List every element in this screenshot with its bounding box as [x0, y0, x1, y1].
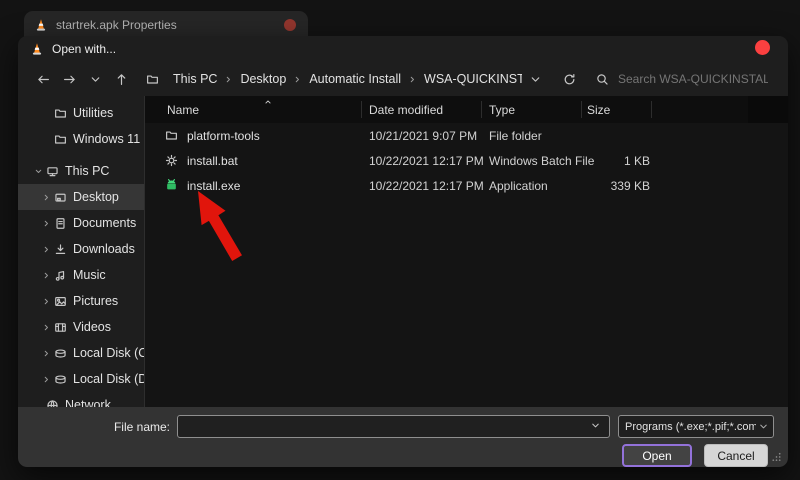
- file-name-label: File name:: [18, 420, 170, 434]
- properties-window-titlebar[interactable]: startrek.apk Properties: [24, 11, 308, 38]
- tree-expand-icon[interactable]: [38, 295, 54, 307]
- tree-expand-icon[interactable]: [38, 191, 54, 203]
- forward-button[interactable]: [56, 67, 82, 91]
- file-row-platform-tools[interactable]: platform-tools 10/21/2021 9:07 PM File f…: [145, 123, 788, 148]
- disk-icon: [54, 373, 67, 386]
- pictures-icon: [54, 295, 67, 308]
- up-button[interactable]: [108, 67, 134, 91]
- cancel-button[interactable]: Cancel: [704, 444, 768, 467]
- recording-dot-dim: [284, 19, 296, 31]
- open-with-dialog: Open with... This PCDesktopAutomatic Ins…: [18, 36, 788, 467]
- properties-window-title: startrek.apk Properties: [56, 18, 177, 32]
- videos-icon: [54, 321, 67, 334]
- navigation-tree: Utilities Windows 11 ins This PC Desktop…: [18, 96, 145, 407]
- file-row-install-bat[interactable]: install.bat 10/22/2021 12:17 PM Windows …: [145, 148, 788, 173]
- disk-icon: [54, 347, 67, 360]
- sidebar-item-documents[interactable]: Documents: [18, 210, 144, 236]
- sidebar-item-local-disk-d-[interactable]: Local Disk (D:): [18, 366, 144, 392]
- dialog-titlebar[interactable]: Open with...: [18, 36, 788, 62]
- column-header-name[interactable]: Name: [167, 103, 199, 117]
- sidebar-item-local-disk-c-[interactable]: Local Disk (C:): [18, 340, 144, 366]
- open-button[interactable]: Open: [622, 444, 692, 467]
- address-dropdown-button[interactable]: [522, 67, 548, 91]
- breadcrumb-chevron-icon: [408, 75, 417, 84]
- navigation-bar: This PC Desktop Automatic Install WSA-QUICK…: [18, 62, 788, 96]
- folder-icon: [54, 133, 67, 146]
- sidebar-item-windows-11-ins[interactable]: Windows 11 ins: [18, 126, 144, 152]
- document-icon: [54, 217, 67, 230]
- tree-expand-icon[interactable]: [30, 165, 46, 177]
- column-headers: Name Date modified Type Size: [145, 96, 788, 123]
- sidebar-item-this-pc[interactable]: This PC: [18, 158, 144, 184]
- pc-icon: [46, 165, 59, 178]
- file-row-install-exe[interactable]: install.exe 10/22/2021 12:17 PM Applicat…: [145, 173, 788, 198]
- breadcrumb-chevron-icon: [224, 75, 233, 84]
- header-end-block: [748, 96, 788, 123]
- gear-icon: [165, 154, 178, 167]
- download-icon: [54, 243, 67, 256]
- tree-expand-icon[interactable]: [38, 217, 54, 229]
- recording-dot: [755, 40, 770, 55]
- breadcrumb-item[interactable]: This PC: [169, 70, 221, 88]
- file-rows: platform-tools 10/21/2021 9:07 PM File f…: [145, 123, 788, 198]
- tree-expand-icon[interactable]: [38, 269, 54, 281]
- column-separator[interactable]: [651, 101, 652, 118]
- dialog-title: Open with...: [52, 42, 116, 56]
- back-button[interactable]: [30, 67, 56, 91]
- tree-expand-icon[interactable]: [38, 243, 54, 255]
- breadcrumb-item[interactable]: Desktop: [236, 70, 290, 88]
- column-separator[interactable]: [581, 101, 582, 118]
- tree-expand-icon[interactable]: [38, 347, 54, 359]
- folder-icon: [54, 107, 67, 120]
- file-name-dropdown-icon[interactable]: [590, 420, 601, 431]
- android-icon: [165, 179, 178, 192]
- sidebar-item-downloads[interactable]: Downloads: [18, 236, 144, 262]
- sidebar-item-utilities[interactable]: Utilities: [18, 100, 144, 126]
- breadcrumb: This PC Desktop Automatic Install WSA-QUICK…: [169, 70, 522, 88]
- desktop-icon: [54, 191, 67, 204]
- search-box[interactable]: [596, 71, 774, 87]
- column-separator[interactable]: [481, 101, 482, 118]
- file-type-select[interactable]: Programs (*.exe;*.pif;*.com;*.ba: [618, 415, 774, 438]
- vlc-cone-icon: [34, 18, 48, 32]
- search-icon: [596, 73, 609, 86]
- tree-expand-icon[interactable]: [38, 373, 54, 385]
- sort-ascending-icon: [263, 97, 273, 107]
- sidebar-item-network[interactable]: Network: [18, 392, 144, 407]
- refresh-button[interactable]: [556, 67, 582, 91]
- recent-locations-button[interactable]: [82, 67, 108, 91]
- breadcrumb-chevron-icon: [293, 75, 302, 84]
- file-type-value: Programs (*.exe;*.pif;*.com;*.ba: [625, 421, 756, 433]
- column-separator[interactable]: [361, 101, 362, 118]
- breadcrumb-item[interactable]: Automatic Install: [305, 70, 405, 88]
- globe-icon: [46, 399, 59, 408]
- file-list-pane: Name Date modified Type Size platform-to…: [145, 96, 788, 407]
- dialog-footer: File name: Programs (*.exe;*.pif;*.com;*…: [18, 407, 788, 467]
- tree-expand-icon[interactable]: [38, 321, 54, 333]
- sidebar-item-music[interactable]: Music: [18, 262, 144, 288]
- breadcrumb-item[interactable]: WSA-QUICKINSTALLwithADB: [420, 70, 522, 88]
- sidebar-item-videos[interactable]: Videos: [18, 314, 144, 340]
- music-icon: [54, 269, 67, 282]
- resize-grip[interactable]: [771, 451, 782, 462]
- column-header-date-modified[interactable]: Date modified: [369, 103, 443, 117]
- search-input[interactable]: [616, 71, 770, 87]
- file-name-input[interactable]: [177, 415, 610, 438]
- sidebar-item-desktop[interactable]: Desktop: [18, 184, 144, 210]
- dialog-content: Utilities Windows 11 ins This PC Desktop…: [18, 96, 788, 407]
- address-folder-icon: [146, 73, 159, 86]
- folder-icon: [165, 129, 178, 142]
- column-header-type[interactable]: Type: [489, 103, 515, 117]
- vlc-cone-icon: [30, 42, 44, 56]
- sidebar-item-pictures[interactable]: Pictures: [18, 288, 144, 314]
- chevron-down-icon: [758, 421, 769, 432]
- column-header-size[interactable]: Size: [587, 103, 610, 117]
